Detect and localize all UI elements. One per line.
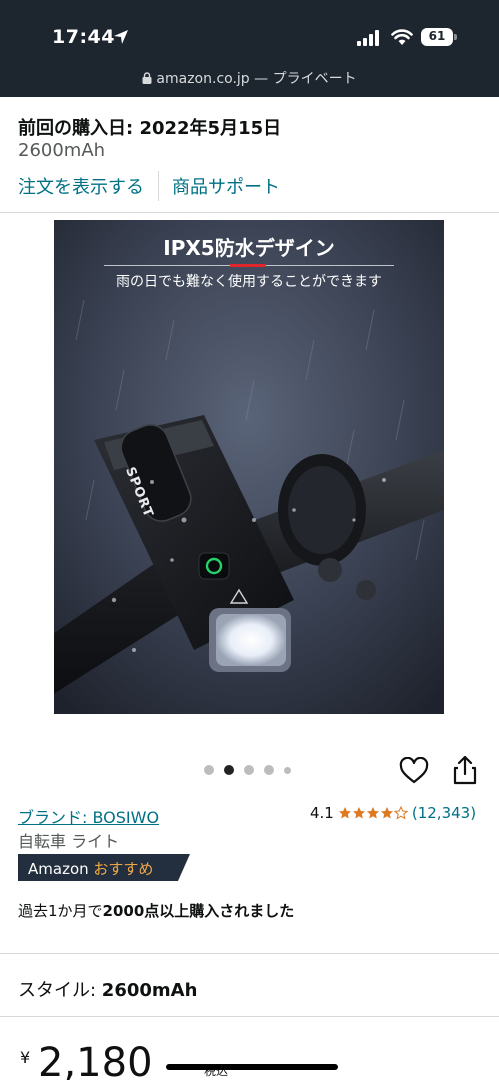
status-time: 17:44 bbox=[52, 26, 115, 48]
link-separator bbox=[158, 171, 159, 201]
product-image[interactable]: IPX5防水デザイン 雨の日でも難なく使用することができます SPORT bbox=[54, 220, 444, 714]
carousel-dots[interactable] bbox=[204, 765, 301, 775]
image-heading-accent bbox=[230, 264, 266, 267]
carousel-dot[interactable] bbox=[264, 765, 274, 775]
price-currency: ¥ bbox=[20, 1048, 31, 1067]
image-heading: IPX5防水デザイン bbox=[163, 236, 335, 260]
bought-prefix: 過去1か月で bbox=[18, 902, 103, 920]
style-label: スタイル: bbox=[18, 980, 102, 1001]
amazon-choice-badge: Amazon おすすめ bbox=[18, 854, 190, 881]
battery-icon: 61 bbox=[421, 28, 457, 46]
device-label: SPORT bbox=[122, 465, 156, 520]
divider bbox=[0, 1016, 499, 1017]
image-heading-block: IPX5防水デザイン 雨の日でも難なく使用することができます SPORT bbox=[54, 220, 444, 714]
home-indicator[interactable] bbox=[166, 1064, 338, 1070]
lock-icon bbox=[142, 72, 152, 84]
star-icon bbox=[380, 807, 393, 819]
signal-icon bbox=[357, 30, 379, 46]
badge-prefix: Amazon bbox=[28, 860, 94, 878]
product-category: 自転車 ライト bbox=[18, 832, 120, 851]
divider bbox=[0, 212, 499, 213]
price-block: ¥ 2,180 税込 bbox=[18, 1040, 498, 1080]
url-suffix: — プライベート bbox=[249, 71, 357, 87]
carousel-dot[interactable] bbox=[284, 766, 291, 774]
star-icon bbox=[338, 807, 351, 819]
last-purchase-date: 前回の購入日: 2022年5月15日 bbox=[18, 118, 282, 139]
style-value: 2600mAh bbox=[101, 980, 198, 1001]
bought-count: 2000点以上購入されました bbox=[102, 902, 295, 920]
location-arrow-icon bbox=[114, 30, 128, 44]
product-support-link[interactable]: 商品サポート bbox=[172, 173, 280, 199]
heart-icon[interactable] bbox=[399, 757, 429, 785]
rating-summary[interactable]: 4.1 (12,343) bbox=[310, 804, 476, 822]
divider bbox=[0, 953, 499, 954]
style-selector[interactable]: スタイル: 2600mAh bbox=[18, 976, 197, 1002]
star-rating bbox=[338, 806, 408, 820]
star-empty-icon bbox=[393, 806, 408, 820]
rating-count[interactable]: (12,343) bbox=[412, 804, 476, 822]
badge-highlight: おすすめ bbox=[93, 860, 154, 878]
brand-link[interactable]: ブランド: BOSIWO bbox=[18, 804, 159, 828]
wifi-icon bbox=[391, 29, 413, 45]
order-links: 注文を表示する 商品サポート bbox=[18, 168, 280, 204]
star-icon bbox=[352, 807, 365, 819]
image-subheading: 雨の日でも難なく使用することができます bbox=[116, 274, 382, 290]
view-order-link[interactable]: 注文を表示する bbox=[18, 173, 144, 199]
star-icon bbox=[366, 807, 379, 819]
browser-top-bar: 17:44 61 amazon.co.jp — プライベート bbox=[0, 0, 499, 97]
purchased-variant: 2600mAh bbox=[18, 140, 106, 161]
carousel-dot-active[interactable] bbox=[224, 765, 234, 775]
battery-level: 61 bbox=[428, 29, 446, 43]
url-domain: amazon.co.jp bbox=[156, 71, 250, 87]
rating-value: 4.1 bbox=[310, 804, 334, 822]
share-icon[interactable] bbox=[452, 755, 478, 785]
bought-past-month: 過去1か月で2000点以上購入されました bbox=[18, 900, 294, 921]
carousel-dot[interactable] bbox=[204, 765, 214, 775]
carousel-dot[interactable] bbox=[244, 765, 254, 775]
url-bar[interactable]: amazon.co.jp — プライベート bbox=[0, 68, 499, 88]
badge-text: Amazon おすすめ bbox=[28, 858, 153, 879]
price-amount: 2,180 bbox=[38, 1040, 153, 1080]
